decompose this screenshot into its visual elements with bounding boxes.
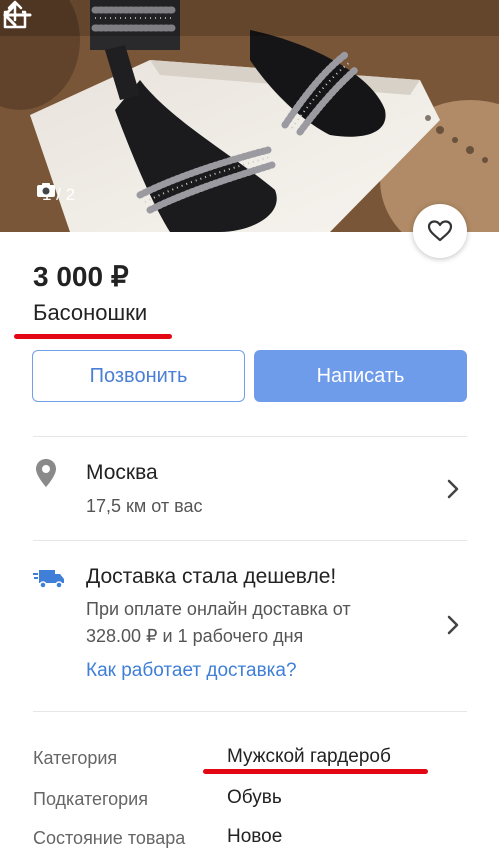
heart-icon	[427, 220, 453, 242]
photo-top-bar	[0, 0, 499, 36]
delivery-description: При оплате онлайн доставка от 328.00 ₽ и…	[86, 596, 416, 650]
property-label-subcategory: Подкатегория	[33, 789, 148, 809]
property-value-subcategory: Обувь	[227, 787, 282, 808]
photo-counter: 1 / 2	[36, 182, 81, 208]
favorite-button[interactable]	[413, 204, 467, 258]
divider	[33, 711, 467, 712]
delivery-title: Доставка стала дешевле!	[86, 565, 337, 588]
product-photo[interactable]: 1 / 2	[0, 0, 499, 232]
listing-title: Басоношки	[33, 300, 148, 325]
property-value-category: Мужской гардероб	[227, 746, 391, 767]
property-value-condition: Новое	[227, 826, 283, 847]
annotation-underline-category	[203, 769, 428, 774]
listing-price: 3 000 ₽	[33, 261, 129, 292]
divider	[33, 436, 467, 437]
delivery-text-line: При оплате онлайн доставка от	[86, 599, 351, 619]
property-label-category: Категория	[33, 748, 118, 768]
location-distance: 17,5 км от вас	[86, 496, 203, 516]
divider	[33, 540, 467, 541]
delivery-truck-icon	[33, 570, 64, 589]
delivery-text-line: 328.00 ₽ и 1 рабочего дня	[86, 626, 304, 646]
annotation-underline-title	[14, 334, 172, 339]
property-label-condition: Состояние товара	[33, 828, 186, 848]
camera-icon	[37, 183, 55, 197]
chevron-right-icon	[447, 615, 459, 635]
location-city: Москва	[86, 461, 158, 484]
call-button[interactable]: Позвонить	[32, 350, 245, 402]
share-icon[interactable]	[0, 0, 30, 30]
chevron-right-icon	[447, 479, 459, 499]
write-message-button[interactable]: Написать	[254, 350, 467, 402]
delivery-info-link[interactable]: Как работает доставка?	[86, 660, 297, 682]
location-pin-icon	[36, 459, 56, 487]
